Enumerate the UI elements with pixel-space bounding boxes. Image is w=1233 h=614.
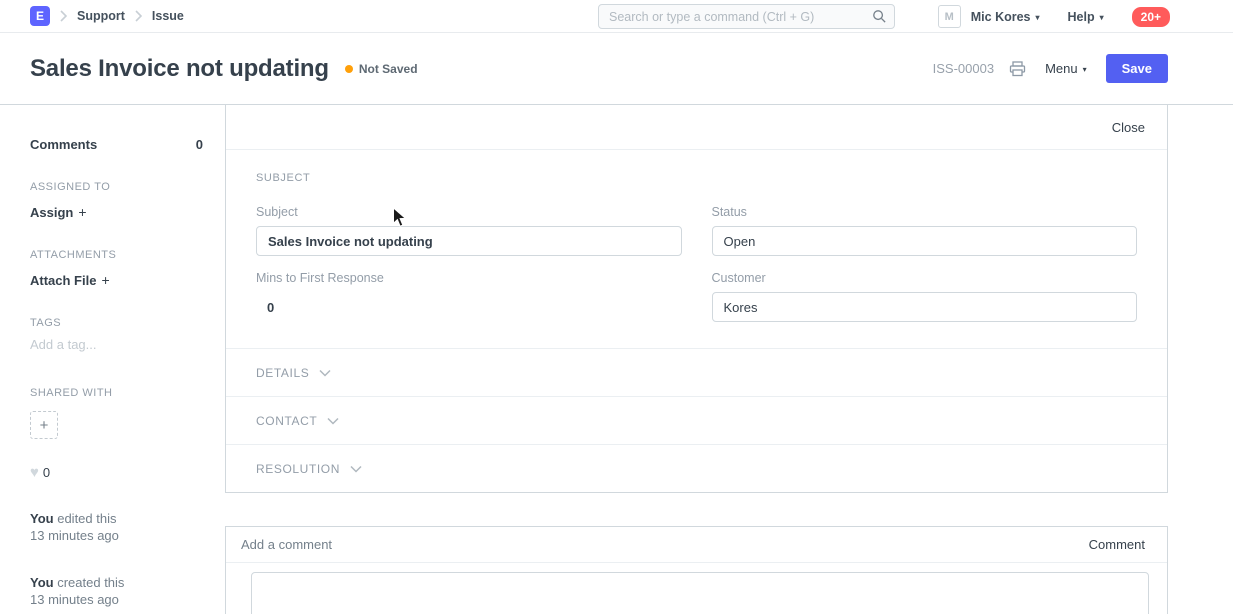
close-button[interactable]: Close <box>1112 120 1145 135</box>
notifications-badge[interactable]: 20+ <box>1132 7 1170 27</box>
navbar: E Support Issue M Mic Kores ▾ Help ▾ 20+ <box>0 0 1233 33</box>
shared-with-heading: SHARED WITH <box>30 387 203 399</box>
document-id: ISS-00003 <box>933 61 994 76</box>
status-label: Status <box>712 205 1138 219</box>
chevron-right-icon <box>134 10 143 22</box>
history-action: edited this <box>57 511 116 526</box>
page-head-actions: ISS-00003 Menu ▾ Save <box>933 54 1168 83</box>
print-icon[interactable] <box>1009 61 1026 77</box>
status-input[interactable] <box>712 226 1138 256</box>
global-search <box>598 4 895 29</box>
like-count: 0 <box>43 465 50 480</box>
history-action: created this <box>57 575 124 590</box>
history-when: 13 minutes ago <box>30 528 119 543</box>
user-avatar[interactable]: M <box>938 5 961 28</box>
user-menu[interactable]: Mic Kores ▾ <box>971 10 1040 24</box>
form-card: Close SUBJECT Subject Status Mins to Fir… <box>225 105 1168 493</box>
orange-dot-icon <box>345 65 353 73</box>
assign-label: Assign <box>30 205 73 220</box>
field-status: Status <box>712 205 1138 256</box>
field-grid: Subject Status Mins to First Response 0 … <box>256 205 1137 322</box>
breadcrumb-support[interactable]: Support <box>77 9 125 23</box>
comment-section: Add a comment Comment <box>225 526 1168 614</box>
breadcrumb-issue[interactable]: Issue <box>152 9 184 23</box>
comments-count: 0 <box>196 137 203 152</box>
caret-down-icon: ▾ <box>1100 13 1104 22</box>
comments-label: Comments <box>30 137 97 152</box>
customer-input[interactable] <box>712 292 1138 322</box>
field-mins-to-first-response: Mins to First Response 0 <box>256 271 682 322</box>
caret-down-icon: ▾ <box>1036 13 1040 22</box>
likes-row: ♥ 0 <box>30 464 203 481</box>
menu-button[interactable]: Menu ▾ <box>1045 61 1087 76</box>
history-who: You <box>30 511 54 526</box>
sidebar-item-comments[interactable]: Comments 0 <box>30 137 203 152</box>
form-toolbar: Close <box>226 105 1167 150</box>
form-sidebar: Comments 0 ASSIGNED TO Assign + ATTACHMEN… <box>0 105 225 608</box>
attachments-heading: ATTACHMENTS <box>30 249 203 261</box>
field-subject: Subject <box>256 205 682 256</box>
customer-label: Customer <box>712 271 1138 285</box>
mins-to-first-response-value: 0 <box>256 292 682 315</box>
tags-heading: TAGS <box>30 317 203 329</box>
content: Comments 0 ASSIGNED TO Assign + ATTACHMEN… <box>0 105 1233 614</box>
plus-icon: + <box>40 417 49 434</box>
section-subject: SUBJECT Subject Status Mins to First Res… <box>226 150 1167 348</box>
comment-header: Add a comment Comment <box>226 527 1167 563</box>
field-customer: Customer <box>712 271 1138 322</box>
subject-input[interactable] <box>256 226 682 256</box>
menu-label: Menu <box>1045 61 1078 76</box>
history-when: 13 minutes ago <box>30 592 119 607</box>
history-created: You created this 13 minutes ago <box>30 574 203 608</box>
section-resolution-toggle[interactable]: RESOLUTION <box>226 444 1167 492</box>
search-icon <box>872 9 887 27</box>
save-status-text: Not Saved <box>359 62 418 76</box>
add-tag-input[interactable]: Add a tag... <box>30 337 203 352</box>
search-input[interactable] <box>598 4 895 29</box>
navbar-right: M Mic Kores ▾ Help ▾ 20+ <box>938 0 1170 33</box>
assign-button[interactable]: Assign + <box>30 204 203 220</box>
heart-icon[interactable]: ♥ <box>30 464 39 481</box>
add-share-button[interactable]: + <box>30 411 58 439</box>
chevron-down-icon <box>327 413 339 428</box>
history-who: You <box>30 575 54 590</box>
form-column: Close SUBJECT Subject Status Mins to Fir… <box>225 105 1168 614</box>
assigned-to-heading: ASSIGNED TO <box>30 181 203 193</box>
help-label: Help <box>1068 10 1095 24</box>
comment-input[interactable] <box>251 572 1149 614</box>
chevron-down-icon <box>350 461 362 476</box>
chevron-right-icon <box>59 10 68 22</box>
save-status-indicator: Not Saved <box>345 62 418 76</box>
contact-section-heading: CONTACT <box>256 414 317 428</box>
section-details-toggle[interactable]: DETAILS <box>226 348 1167 396</box>
resolution-section-heading: RESOLUTION <box>256 462 340 476</box>
plus-icon: + <box>78 204 86 220</box>
app-logo[interactable]: E <box>30 6 50 26</box>
subject-label: Subject <box>256 205 682 219</box>
comment-button[interactable]: Comment <box>1089 537 1145 552</box>
save-button[interactable]: Save <box>1106 54 1168 83</box>
page-head: Sales Invoice not updating Not Saved ISS… <box>0 33 1233 105</box>
subject-section-heading: SUBJECT <box>256 172 1137 184</box>
history-edited: You edited this 13 minutes ago <box>30 510 203 544</box>
help-menu[interactable]: Help ▾ <box>1068 10 1104 24</box>
user-name: Mic Kores <box>971 10 1031 24</box>
mins-to-first-response-label: Mins to First Response <box>256 271 682 285</box>
plus-icon: + <box>101 272 109 288</box>
attach-file-label: Attach File <box>30 273 96 288</box>
chevron-down-icon <box>319 365 331 380</box>
caret-down-icon: ▾ <box>1083 65 1087 74</box>
page-title: Sales Invoice not updating <box>30 55 329 83</box>
attach-file-button[interactable]: Attach File + <box>30 272 203 288</box>
add-comment-label[interactable]: Add a comment <box>241 537 332 552</box>
details-section-heading: DETAILS <box>256 366 309 380</box>
section-contact-toggle[interactable]: CONTACT <box>226 396 1167 444</box>
